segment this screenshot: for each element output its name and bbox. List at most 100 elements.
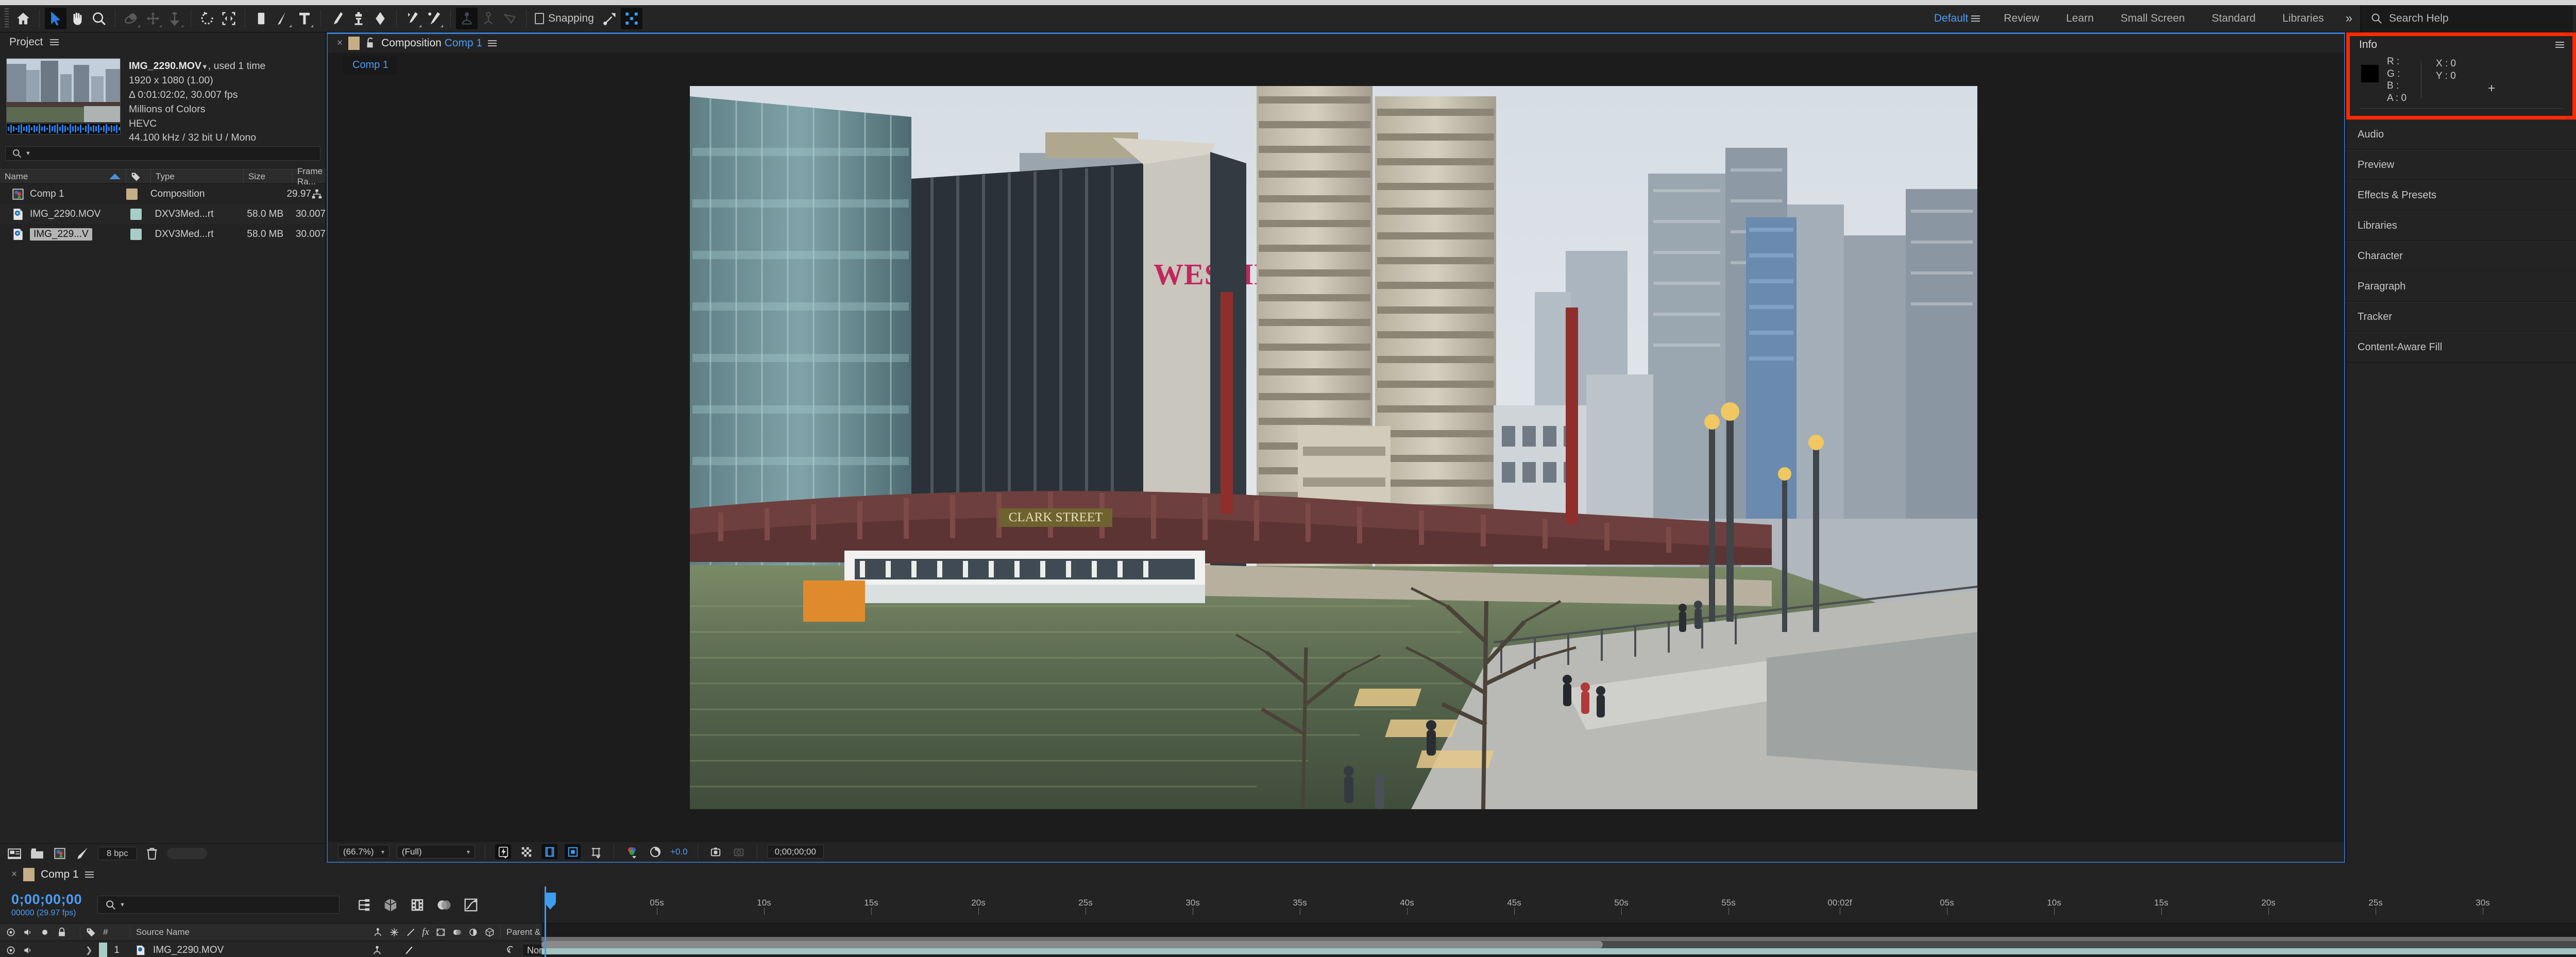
composition-viewer-area[interactable]: WESTIN bbox=[328, 75, 2344, 841]
dock-item-preview[interactable]: Preview bbox=[2346, 150, 2576, 180]
roi-icon[interactable] bbox=[541, 844, 557, 859]
chevron-right-icon[interactable]: ❯ bbox=[86, 945, 92, 955]
workspace-tab-standard[interactable]: Standard bbox=[2198, 5, 2269, 32]
row-name-cell[interactable]: IMG_229...V bbox=[0, 224, 126, 244]
workspace-menu-icon[interactable] bbox=[1971, 15, 1980, 22]
trash-icon[interactable] bbox=[145, 847, 159, 860]
dock-item-character[interactable]: Character bbox=[2346, 241, 2576, 271]
project-tab-label[interactable]: Project bbox=[9, 36, 43, 48]
exposure-icon[interactable] bbox=[647, 844, 663, 859]
magnification-select[interactable]: (66.7%) ▾ bbox=[338, 845, 389, 859]
timeline-scrollbar[interactable] bbox=[541, 941, 2576, 948]
chevron-down-icon[interactable]: ▼ bbox=[120, 902, 125, 908]
column-header-label[interactable] bbox=[126, 169, 151, 183]
timeline-scrollbar-thumb[interactable] bbox=[541, 941, 1603, 948]
workspace-tab-small-screen[interactable]: Small Screen bbox=[2107, 5, 2198, 32]
info-panel-menu-icon[interactable] bbox=[2555, 42, 2564, 48]
snapping-toggle[interactable]: Snapping bbox=[530, 12, 599, 25]
bit-depth-button[interactable]: 8 bpc bbox=[98, 846, 137, 860]
dock-item-effects-presets[interactable]: Effects & Presets bbox=[2346, 180, 2576, 211]
row-name-cell[interactable]: IMG_2290.MOV bbox=[0, 204, 126, 224]
puppet-starch-pin-icon[interactable] bbox=[478, 8, 499, 29]
rectangle-tool[interactable] bbox=[250, 8, 272, 29]
project-search-input[interactable]: ▼ bbox=[5, 146, 320, 161]
rotation-tool[interactable] bbox=[196, 8, 218, 29]
pen-tool[interactable] bbox=[272, 8, 294, 29]
source-name-header[interactable]: Source Name bbox=[130, 924, 367, 941]
mask-paths-icon[interactable] bbox=[565, 844, 581, 859]
pan-tool[interactable] bbox=[142, 8, 164, 29]
align-icon[interactable] bbox=[599, 8, 621, 29]
project-panel-menu-icon[interactable] bbox=[50, 39, 59, 45]
rgb-channels-icon[interactable] bbox=[624, 844, 640, 859]
column-header-size[interactable]: Size bbox=[244, 169, 293, 183]
workspace-tab-default[interactable]: Default bbox=[1921, 5, 1972, 32]
zoom-tool[interactable] bbox=[88, 8, 110, 29]
anchor-point-tool[interactable] bbox=[218, 8, 240, 29]
fast-previews-icon[interactable] bbox=[495, 844, 511, 859]
timeline-ruler[interactable]: 0s 05s 10s 15s 20s 25s 30s 35s 40s 45s 5… bbox=[541, 886, 2576, 923]
row-label-cell[interactable] bbox=[122, 184, 145, 204]
exposure-value[interactable]: +0.0 bbox=[670, 847, 688, 857]
dock-item-audio[interactable]: Audio bbox=[2346, 119, 2576, 150]
checkerboard-icon[interactable] bbox=[518, 844, 534, 859]
selection-tool[interactable] bbox=[45, 8, 66, 29]
graph-editor-icon[interactable] bbox=[463, 897, 479, 913]
work-area-bar[interactable] bbox=[541, 937, 2576, 941]
hide-shy-layers-icon[interactable] bbox=[410, 897, 425, 913]
workspace-tab-review[interactable]: Review bbox=[1990, 5, 2053, 32]
timeline-current-time-block[interactable]: 0;00;00;00 00000 (29.97 fps) bbox=[11, 892, 82, 918]
hand-tool[interactable] bbox=[66, 8, 88, 29]
search-help-input[interactable]: Search Help bbox=[2361, 5, 2573, 32]
menu-bar[interactable] bbox=[0, 0, 2576, 5]
frame-blending-icon[interactable] bbox=[436, 897, 452, 913]
dock-item-libraries[interactable]: Libraries bbox=[2346, 211, 2576, 241]
snapping-checkbox[interactable] bbox=[535, 13, 544, 24]
timeline-search-input[interactable]: ▼ bbox=[97, 896, 340, 914]
table-row[interactable]: Comp 1 Composition 29.97 bbox=[0, 184, 326, 204]
new-folder-icon[interactable] bbox=[30, 847, 44, 860]
audio-speaker-icon[interactable] bbox=[23, 945, 33, 955]
draft-3d-icon[interactable] bbox=[383, 897, 398, 913]
show-snapshot-icon[interactable] bbox=[731, 844, 747, 859]
dock-item-content-aware-fill[interactable]: Content-Aware Fill bbox=[2346, 332, 2576, 363]
video-eye-icon[interactable] bbox=[6, 945, 16, 955]
column-header-framerate[interactable]: Frame Ra... bbox=[293, 166, 326, 186]
new-composition-icon[interactable] bbox=[53, 847, 67, 860]
row-name-cell[interactable]: Comp 1 bbox=[0, 184, 122, 204]
resolution-select[interactable]: (Full) ▾ bbox=[397, 845, 475, 859]
project-bottom-pill[interactable] bbox=[166, 847, 207, 859]
chevron-down-icon[interactable]: ▼ bbox=[201, 63, 208, 71]
clone-stamp-tool[interactable] bbox=[348, 8, 369, 29]
layer-source-name-cell[interactable]: IMG_2290.MOV bbox=[129, 941, 366, 957]
interpret-footage-icon[interactable] bbox=[7, 847, 22, 860]
composition-canvas[interactable]: WESTIN bbox=[690, 86, 1977, 809]
chevron-down-icon[interactable]: ▼ bbox=[25, 150, 31, 157]
table-row[interactable]: IMG_229...V DXV3Med...rt 58.0 MB 30.007 bbox=[0, 224, 326, 244]
column-header-type[interactable]: Type bbox=[151, 169, 244, 183]
puppet-bend-pin-icon[interactable] bbox=[499, 8, 521, 29]
puppet-pin-tool[interactable] bbox=[423, 8, 445, 29]
lock-icon[interactable] bbox=[365, 38, 376, 49]
workspace-overflow-icon[interactable]: » bbox=[2337, 11, 2361, 26]
transform-box-icon[interactable] bbox=[620, 8, 642, 29]
dock-item-paragraph[interactable]: Paragraph bbox=[2346, 271, 2576, 302]
camera-icon[interactable] bbox=[708, 844, 724, 859]
close-icon[interactable]: × bbox=[337, 38, 343, 49]
shy-icon[interactable] bbox=[372, 945, 382, 955]
composition-viewer-tab[interactable]: Comp 1 bbox=[343, 56, 398, 75]
row-label-cell[interactable] bbox=[126, 204, 150, 224]
timeline-panel-menu-icon[interactable] bbox=[84, 871, 94, 878]
row-label-cell[interactable] bbox=[126, 224, 150, 244]
workspace-tab-learn[interactable]: Learn bbox=[2053, 5, 2107, 32]
column-header-name[interactable]: Name bbox=[0, 169, 126, 183]
puppet-position-pin-icon[interactable] bbox=[456, 8, 478, 29]
guides-icon[interactable] bbox=[588, 844, 604, 859]
composition-panel-menu-icon[interactable] bbox=[488, 40, 497, 46]
close-icon[interactable]: × bbox=[11, 869, 17, 880]
dolly-tool[interactable] bbox=[164, 8, 185, 29]
table-row[interactable]: IMG_2290.MOV DXV3Med...rt 58.0 MB 30.007 bbox=[0, 204, 326, 224]
project-settings-icon[interactable] bbox=[75, 847, 90, 860]
toolbar-grip[interactable] bbox=[3, 8, 10, 29]
viewer-timecode[interactable]: 0;00;00;00 bbox=[767, 845, 824, 859]
